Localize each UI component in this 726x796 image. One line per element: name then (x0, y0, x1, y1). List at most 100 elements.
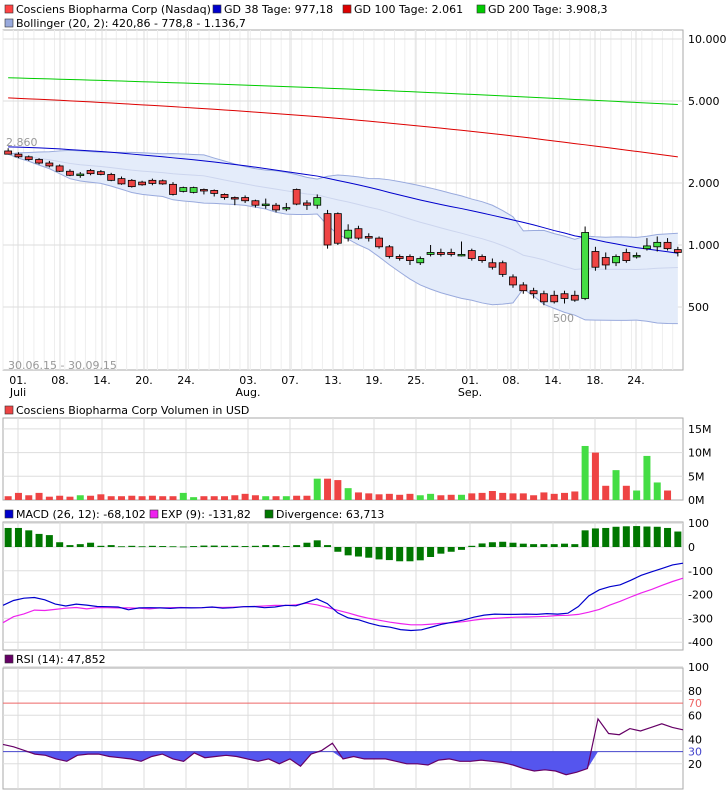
divergence-bar (303, 542, 311, 547)
macd-y-tick: 0 (688, 541, 695, 554)
divergence-bar (45, 535, 53, 547)
legend-swatch (4, 18, 14, 28)
price-y-tick: 2.000 (688, 177, 720, 190)
divergence-bar (488, 542, 496, 547)
price-candle (436, 252, 445, 255)
volume-y-tick: 5M (688, 470, 705, 483)
legend-swatch (212, 4, 222, 14)
volume-y-tick: 15M (688, 423, 712, 436)
macd-y-tick: 100 (688, 517, 709, 530)
volume-bar (324, 478, 332, 500)
divergence-bar (138, 546, 146, 548)
price-candle (210, 190, 219, 194)
divergence-bar (602, 527, 610, 547)
divergence-bar (478, 543, 486, 547)
macd-y-tick: -300 (688, 612, 713, 625)
divergence-bar (159, 546, 167, 547)
volume-bar (14, 492, 22, 500)
divergence-bar (251, 545, 259, 547)
volume-bar (396, 494, 404, 500)
divergence-bar (612, 526, 620, 547)
price-candle (488, 262, 497, 268)
volume-bar (138, 496, 146, 500)
x-tick-day: 19. (365, 374, 383, 387)
price-candle (333, 213, 342, 244)
price-candle (117, 178, 126, 185)
divergence-bar (313, 540, 321, 547)
chart-stage: 10.000 5.000 2.000 1.000 500 2.860 500 30.06.15… (0, 0, 726, 796)
price-candle (200, 189, 208, 192)
price-candle (66, 170, 74, 176)
legend-label: RSI (14): 47,852 (16, 653, 106, 666)
volume-bar (612, 470, 620, 500)
price-y-tick: 1.000 (688, 239, 720, 252)
divergence-bar (396, 547, 404, 562)
rsi-panel: 100 80 60 40 20 70 30 RSI (14): 47,852 (2, 653, 709, 790)
legend-label: Bollinger (20, 2): 420,86 - 778,8 - 1.13… (16, 17, 246, 30)
divergence-bar (633, 526, 641, 547)
volume-bar (128, 495, 136, 500)
x-tick-day: 13. (324, 374, 342, 387)
price-candle (344, 229, 353, 239)
price-candle (673, 249, 682, 253)
volume-bar (282, 496, 290, 500)
divergence-bar (56, 542, 64, 547)
price-candle (581, 232, 590, 299)
divergence-bar (262, 545, 270, 547)
price-candle (364, 236, 373, 239)
volume-bar (344, 488, 352, 500)
volume-bar (200, 496, 208, 500)
rsi-y-tick: 20 (688, 758, 702, 771)
volume-bar (4, 496, 12, 500)
volume-bar (221, 496, 229, 500)
date-range-label: 30.06.15 - 30.09.15 (8, 359, 117, 372)
volume-bar (56, 495, 64, 500)
divergence-bar (540, 544, 548, 547)
price-candle (35, 159, 43, 164)
legend-swatch (149, 509, 159, 519)
divergence-bar (107, 545, 115, 547)
legend-swatch (4, 4, 14, 14)
volume-bar (427, 493, 435, 500)
volume-bar (653, 482, 661, 500)
volume-bar (519, 493, 527, 500)
volume-bar (148, 495, 156, 500)
volume-panel: 15M 10M 5M 0M Cosciens Biopharma Corp Volume… (2, 404, 712, 507)
price-candle (230, 197, 239, 200)
divergence-bar (117, 546, 125, 548)
divergence-bar (406, 547, 414, 562)
volume-bar (622, 485, 630, 500)
volume-bar (25, 495, 33, 500)
legend-label: GD 200 Tage: 3.908,3 (488, 3, 608, 16)
price-candle (220, 194, 229, 198)
divergence-bar (169, 546, 177, 548)
rsi-y-tick: 100 (688, 661, 709, 674)
divergence-bar (293, 545, 301, 547)
volume-bar (35, 492, 43, 500)
volume-bar (416, 495, 424, 500)
volume-bar (293, 495, 301, 500)
price-y-tick: 5.000 (688, 95, 720, 108)
volume-bar (262, 496, 270, 500)
price-candle (138, 181, 146, 186)
volume-title: Cosciens Biopharma Corp Volumen in USD (16, 404, 249, 417)
price-candle (261, 203, 270, 206)
price-candle (96, 171, 105, 175)
price-candle (24, 156, 33, 160)
volume-bar (581, 445, 589, 500)
price-candle (127, 179, 136, 188)
volume-bar (375, 494, 383, 500)
price-candle (86, 170, 95, 175)
volume-bar (591, 452, 599, 500)
divergence-bar (190, 546, 198, 547)
volume-bar (66, 496, 74, 500)
divergence-bar (561, 543, 569, 547)
divergence-bar (581, 530, 589, 547)
volume-bar (210, 496, 218, 500)
divergence-bar (427, 547, 435, 557)
legend-label: EXP (9): -131,82 (161, 508, 251, 521)
volume-bar (76, 495, 84, 500)
volume-bar (87, 495, 95, 500)
price-candle (179, 187, 188, 192)
x-tick-day: 14. (93, 374, 111, 387)
